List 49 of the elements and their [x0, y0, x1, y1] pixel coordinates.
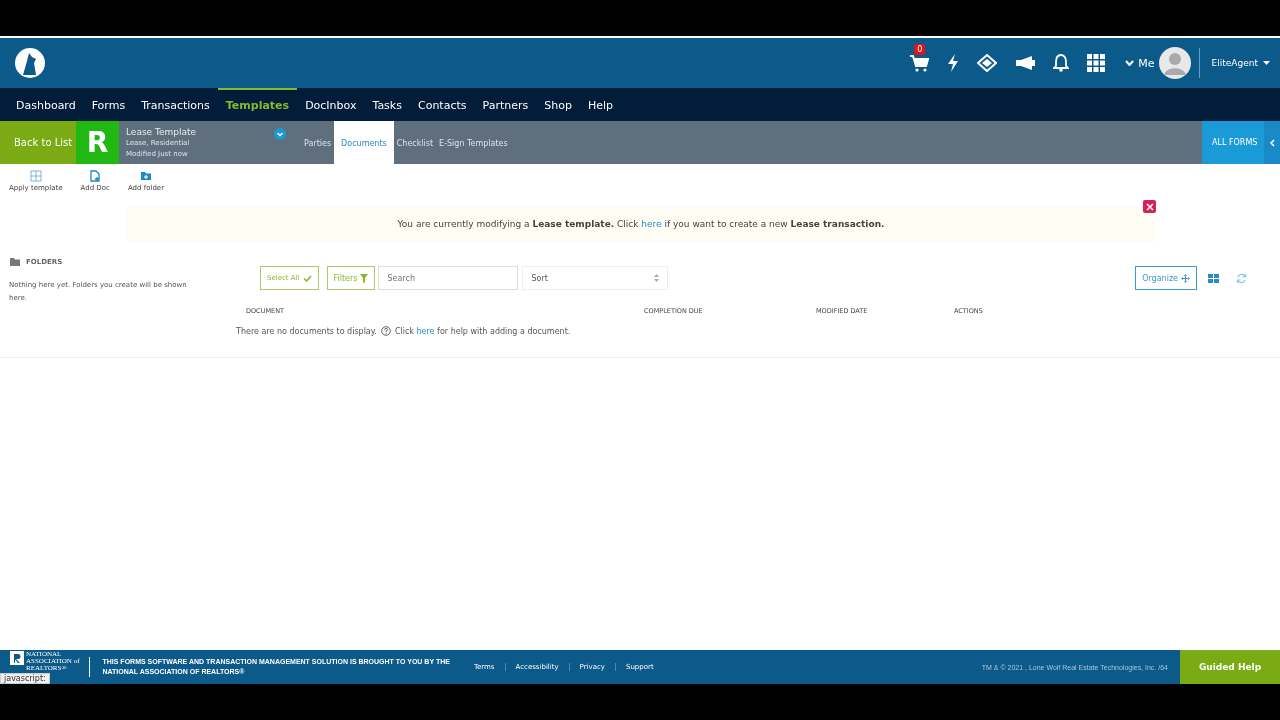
lightning-icon[interactable] [947, 54, 960, 72]
empty-message: There are no documents to display. [236, 326, 377, 336]
refresh-icon [1235, 272, 1247, 284]
grid-view-icon [1207, 273, 1219, 283]
close-button[interactable] [1143, 200, 1156, 213]
nav-tab[interactable]: Tasks [364, 88, 410, 121]
close-icon [1145, 202, 1154, 211]
template-title: Lease Template [126, 126, 198, 138]
bell-icon[interactable] [1053, 54, 1070, 72]
folder-icon [10, 258, 20, 266]
filter-icon [360, 273, 369, 283]
add-folder-icon [139, 170, 152, 182]
add-document-icon [89, 170, 102, 182]
megaphone-icon[interactable] [1015, 55, 1036, 71]
banner-message: You are currently modifying a Lease template. Click here if you want to create a new Lease transaction. [397, 219, 885, 229]
sort-dropdown[interactable]: Sort [522, 266, 669, 290]
chevron-down-icon [1125, 60, 1135, 66]
sort-arrows-icon [654, 274, 660, 282]
nav-tab[interactable]: DocInbox [297, 88, 365, 121]
record-tab[interactable]: Parties [301, 121, 335, 164]
nav-tab[interactable]: Dashboard [8, 88, 84, 121]
apps-grid-icon[interactable] [1087, 54, 1106, 72]
nav-tab[interactable]: Contacts [409, 88, 475, 121]
check-icon [302, 274, 312, 282]
me-menu[interactable]: Me [1125, 56, 1155, 70]
nav-tab[interactable]: Help [579, 88, 621, 121]
nav-tab[interactable]: Forms [83, 88, 134, 121]
record-tab[interactable]: Checklist [393, 121, 437, 164]
caret-icon [1263, 61, 1270, 65]
nav-tab[interactable]: Partners [474, 88, 537, 121]
cart-count-badge: 0 [914, 44, 926, 55]
move-icon [1181, 273, 1190, 283]
help-message: Click here for help with adding a document. [394, 326, 571, 336]
nav-tab[interactable]: Transactions [133, 88, 218, 121]
help-icon [380, 326, 391, 336]
status-tooltip: javascript: [0, 673, 50, 684]
template-letter-badge: R [76, 121, 119, 164]
chevron-left-icon [1269, 138, 1275, 147]
search-field[interactable]: Search [378, 266, 519, 290]
record-tab[interactable]: Documents [334, 121, 394, 164]
cart-icon[interactable] [909, 54, 930, 72]
record-tab[interactable]: E-Sign Templates [436, 121, 511, 164]
grid-icon [29, 170, 42, 182]
help-link[interactable]: here [416, 326, 435, 336]
user-menu[interactable]: EliteAgent [1211, 58, 1270, 68]
banner-link[interactable]: here [641, 219, 662, 229]
avatar-icon[interactable] [1158, 47, 1191, 79]
nav-tab[interactable]: Shop [536, 88, 580, 121]
dropdown-toggle-icon[interactable] [274, 128, 286, 140]
